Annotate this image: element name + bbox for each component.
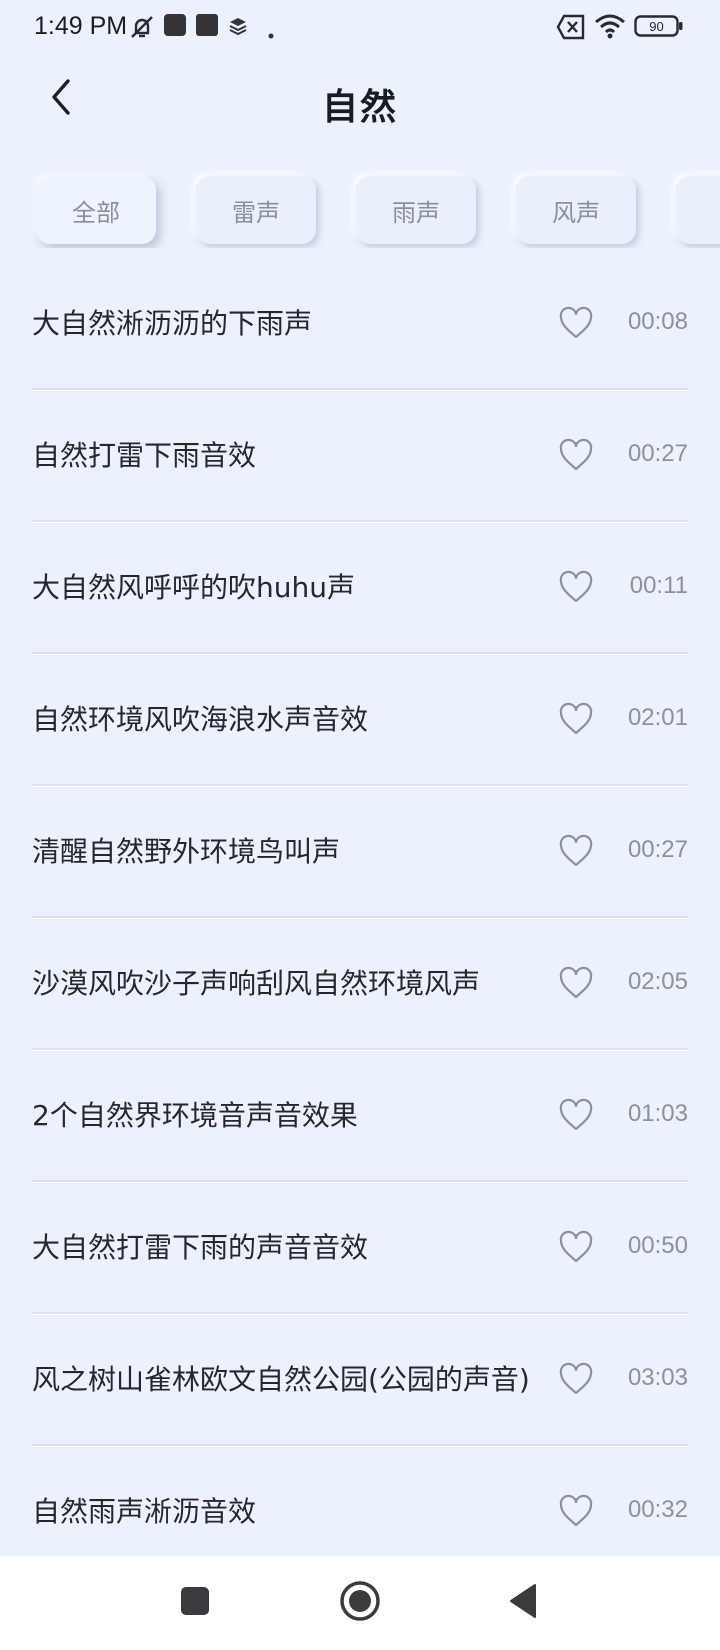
- tab-rain[interactable]: 雨声: [356, 176, 476, 244]
- track-duration: 00:08: [627, 308, 688, 335]
- track-duration: 02:05: [627, 968, 688, 995]
- status-bar: 1:49 PM 90: [0, 0, 720, 56]
- heart-icon[interactable]: [558, 1362, 596, 1398]
- track-title: 2个自然界环境音声音效果: [32, 1099, 358, 1132]
- heart-icon[interactable]: [558, 966, 596, 1002]
- track-title: 自然打雷下雨音效: [32, 439, 257, 472]
- tab-more[interactable]: [676, 176, 720, 244]
- recents-button[interactable]: [170, 1578, 220, 1628]
- track-duration: 00:11: [629, 572, 688, 599]
- track-title: 大自然打雷下雨的声音音效: [32, 1231, 369, 1264]
- track-row[interactable]: 风之树山雀林欧文自然公园(公园的声音) 03:03: [0, 1314, 720, 1446]
- tab-thunder[interactable]: 雷声: [196, 176, 316, 244]
- track-row[interactable]: 沙漠风吹沙子声响刮风自然环境风声 02:05: [0, 918, 720, 1050]
- heart-icon[interactable]: [558, 306, 596, 342]
- track-row[interactable]: 自然打雷下雨音效 00:27: [0, 390, 720, 522]
- mute-icon: [128, 13, 156, 45]
- system-nav-bar: [0, 1556, 720, 1650]
- screen: 1:49 PM 90 自然 全部 雷声 雨声 风声 大自然淅沥沥的下雨声 00:…: [0, 0, 720, 1650]
- home-circle-icon: [339, 1580, 381, 1626]
- layers-icon: [228, 16, 248, 40]
- track-row[interactable]: 大自然淅沥沥的下雨声 00:08: [0, 258, 720, 390]
- tab-all[interactable]: 全部: [36, 176, 156, 244]
- track-duration: 03:03: [627, 1364, 688, 1391]
- heart-icon[interactable]: [558, 834, 596, 870]
- track-duration: 00:27: [627, 440, 688, 467]
- back-nav-button[interactable]: [498, 1578, 548, 1628]
- no-sim-icon: [556, 14, 586, 44]
- wifi-icon: [594, 13, 626, 43]
- track-duration: 02:01: [627, 704, 688, 731]
- track-row[interactable]: 大自然打雷下雨的声音音效 00:50: [0, 1182, 720, 1314]
- heart-icon[interactable]: [558, 702, 596, 738]
- category-tabs: 全部 雷声 雨声 风声: [0, 168, 720, 248]
- recents-square-icon: [180, 1586, 210, 1620]
- heart-icon[interactable]: [558, 570, 596, 606]
- home-button[interactable]: [335, 1578, 385, 1628]
- status-time: 1:49 PM: [34, 12, 128, 40]
- battery-icon: 90: [634, 14, 684, 42]
- track-row[interactable]: 清醒自然野外环境鸟叫声 00:27: [0, 786, 720, 918]
- track-title: 大自然淅沥沥的下雨声: [32, 307, 313, 340]
- app-notification-icon: [164, 14, 186, 40]
- tab-wind[interactable]: 风声: [516, 176, 636, 244]
- track-duration: 00:50: [627, 1232, 688, 1259]
- battery-level: 90: [649, 19, 663, 34]
- heart-icon[interactable]: [558, 438, 596, 474]
- track-row[interactable]: 自然环境风吹海浪水声音效 02:01: [0, 654, 720, 786]
- track-duration: 01:03: [627, 1100, 688, 1127]
- track-title: 自然雨声淅沥音效: [32, 1495, 257, 1528]
- track-title: 沙漠风吹沙子声响刮风自然环境风声: [32, 967, 481, 1000]
- page-title: 自然: [321, 87, 398, 128]
- track-duration: 00:32: [627, 1496, 688, 1523]
- dot-icon: [268, 24, 274, 43]
- header: 自然: [0, 60, 720, 140]
- track-duration: 00:27: [627, 836, 688, 863]
- heart-icon[interactable]: [558, 1494, 596, 1530]
- heart-icon[interactable]: [558, 1098, 596, 1134]
- track-title: 清醒自然野外环境鸟叫声: [32, 835, 341, 868]
- app-notification-icon: [196, 14, 218, 40]
- track-list: 大自然淅沥沥的下雨声 00:08 自然打雷下雨音效 00:27 大自然风呼呼的吹…: [0, 258, 720, 1578]
- track-title: 自然环境风吹海浪水声音效: [32, 703, 369, 736]
- heart-icon[interactable]: [558, 1230, 596, 1266]
- back-triangle-icon: [507, 1583, 539, 1623]
- track-title: 风之树山雀林欧文自然公园(公园的声音): [32, 1363, 530, 1396]
- track-title: 大自然风呼呼的吹huhu声: [32, 571, 355, 604]
- track-row[interactable]: 2个自然界环境音声音效果 01:03: [0, 1050, 720, 1182]
- track-row[interactable]: 大自然风呼呼的吹huhu声 00:11: [0, 522, 720, 654]
